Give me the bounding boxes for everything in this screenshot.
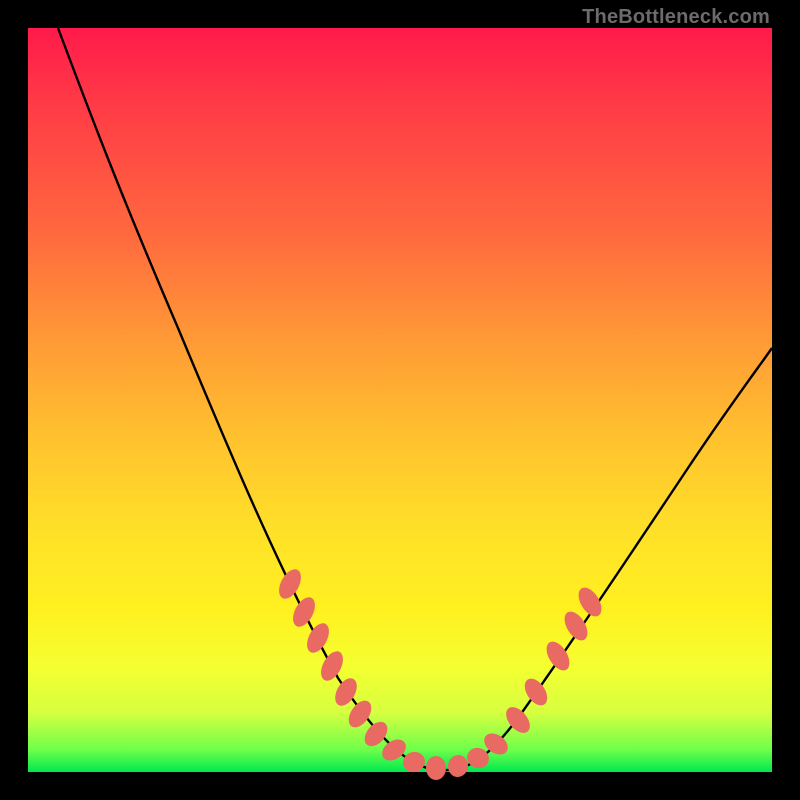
plot-area [28, 28, 772, 772]
attribution-watermark: TheBottleneck.com [582, 6, 770, 29]
curve-marker [560, 608, 592, 645]
curve-marker [401, 749, 427, 774]
curve-marker [289, 594, 320, 631]
chart-svg [28, 28, 772, 772]
bottleneck-curve-path [58, 28, 772, 770]
curve-marker [317, 648, 348, 685]
curve-marker [275, 566, 306, 603]
curve-marker [303, 620, 334, 657]
marker-group [275, 566, 607, 780]
curve-marker [426, 756, 446, 780]
curve-marker [446, 753, 470, 778]
chart-frame: TheBottleneck.com [0, 0, 800, 800]
curve-marker [520, 675, 552, 710]
curve-marker [464, 745, 492, 772]
